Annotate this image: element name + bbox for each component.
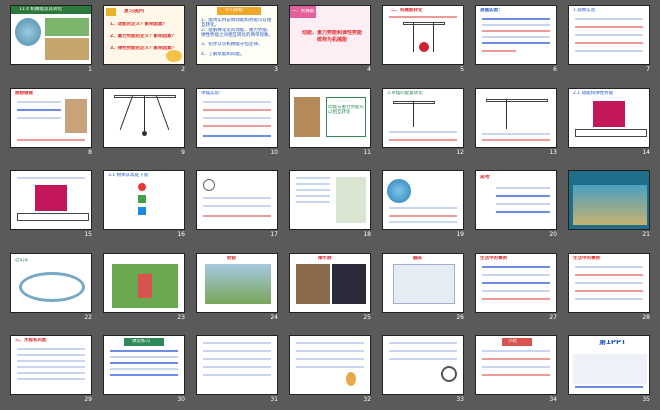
slide-thumbnail[interactable]: 二、机械能转化: [382, 5, 464, 65]
slide-title: 想想做做: [15, 91, 33, 96]
slide-sorter: 11.4 机械能及其转化 1 复习提问 1、动能的定义？影响因素？ 2、重力势能…: [0, 0, 660, 410]
slide-title: 1.观察实验: [573, 8, 596, 13]
slide-thumbnail[interactable]: 射箭: [196, 253, 278, 313]
slide-number: 8: [88, 149, 92, 156]
slide-number: 18: [363, 231, 371, 238]
slide-thumbnail[interactable]: [103, 253, 185, 313]
slide-number: 12: [456, 149, 464, 156]
slide-thumbnail[interactable]: 生活中的事例: [475, 253, 557, 313]
slide-number: 29: [84, 396, 92, 403]
slide-number: 2: [181, 66, 185, 73]
slide-thumbnail[interactable]: 复习提问 1、动能的定义？影响因素？ 2、重力势能的定义？影响因素？ 3、弹性势…: [103, 5, 185, 65]
slide-number: 15: [84, 231, 92, 238]
slide-thumbnail[interactable]: 滚摆实验：: [475, 5, 557, 65]
slide-thumbnail[interactable]: [289, 335, 371, 395]
slide-number: 6: [553, 66, 557, 73]
slide-number: 21: [642, 231, 650, 238]
slide-thumbnail[interactable]: 动能与重力势能可以相互转化: [289, 88, 371, 148]
slide-number: 9: [181, 149, 185, 156]
slide-thumbnail[interactable]: 想想做做: [10, 88, 92, 148]
slide-thumbnail[interactable]: [10, 170, 92, 230]
slide-thumbnail[interactable]: 一、机械能 动能、重力势能和弹性势能统称为机械能: [289, 5, 371, 65]
slide-number: 28: [642, 314, 650, 321]
slide-number: 16: [177, 231, 185, 238]
slide-thumbnail[interactable]: 单摆实验：: [196, 88, 278, 148]
slide-number: 10: [270, 149, 278, 156]
slide-number: 30: [177, 396, 185, 403]
slide-title: 滚摆实验：: [480, 8, 503, 13]
slide-thumbnail[interactable]: [196, 170, 278, 230]
slide-thumbnail[interactable]: 第1PPT: [568, 335, 650, 395]
slide-thumbnail[interactable]: [196, 335, 278, 395]
slide-number: 33: [456, 396, 464, 403]
slide-number: 13: [549, 149, 557, 156]
slide-thumbnail[interactable]: [103, 88, 185, 148]
slide-title: 三、水能和风能: [15, 338, 47, 343]
slide-title: 二、机械能转化: [391, 8, 423, 13]
slide-thumbnail[interactable]: [382, 170, 464, 230]
slide-number: 3: [274, 66, 278, 73]
slide-number: 11: [363, 149, 371, 156]
slide-number: 17: [270, 231, 278, 238]
slide-title: 学习目标: [225, 8, 243, 13]
slide-number: 35: [642, 396, 650, 403]
slide-title: 思考: [480, 175, 491, 180]
slide-number: 4: [367, 66, 371, 73]
slide-thumbnail[interactable]: 小结: [475, 335, 557, 395]
slide-thumbnail[interactable]: [568, 170, 650, 230]
slide-title: 过山车: [15, 258, 29, 263]
slide-number: 34: [549, 396, 557, 403]
slide-title: 3.1 物体从高处下落: [108, 173, 149, 178]
slide-number: 5: [460, 66, 464, 73]
slide-thumbnail[interactable]: 3.单摆的能量转化: [382, 88, 464, 148]
slide-number: 23: [177, 314, 185, 321]
slide-number: 7: [646, 66, 650, 73]
slide-thumbnail[interactable]: 生活中的事例: [568, 253, 650, 313]
slide-thumbnail[interactable]: 1.观察实验: [568, 5, 650, 65]
slide-number: 24: [270, 314, 278, 321]
slide-title: 一、机械能: [292, 9, 315, 14]
slide-title: 动能与重力势能可以相互转化: [328, 105, 364, 115]
slide-number: 27: [549, 314, 557, 321]
slide-title: 蹦床: [413, 256, 422, 261]
slide-title: 生活中的事例: [573, 256, 600, 261]
slide-thumbnail[interactable]: 11.4 机械能及其转化: [10, 5, 92, 65]
slide-thumbnail[interactable]: 2.1 动能和弹性势能: [568, 88, 650, 148]
slide-thumbnail[interactable]: 课堂练习: [103, 335, 185, 395]
slide-number: 32: [363, 396, 371, 403]
slide-thumbnail[interactable]: 学习目标 1、能用实例说明动能和势能可以相互转化。 2、能解释常见的动能、重力势…: [196, 5, 278, 65]
slide-thumbnail[interactable]: 三、水能和风能: [10, 335, 92, 395]
slide-thumbnail[interactable]: 撑竿跳: [289, 253, 371, 313]
slide-title: 小结: [508, 339, 517, 344]
slide-number: 25: [363, 314, 371, 321]
slide-title: 3.单摆的能量转化: [387, 91, 423, 96]
slide-number: 1: [88, 66, 92, 73]
slide-thumbnail[interactable]: 过山车: [10, 253, 92, 313]
slide-thumbnail[interactable]: 3.1 物体从高处下落: [103, 170, 185, 230]
slide-title: 射箭: [227, 256, 236, 261]
slide-thumbnail[interactable]: [382, 335, 464, 395]
slide-number: 26: [456, 314, 464, 321]
slide-title: 课堂练习: [132, 339, 150, 344]
slide-thumbnail[interactable]: 思考: [475, 170, 557, 230]
slide-number: 19: [456, 231, 464, 238]
slide-title: 第1PPT: [599, 340, 626, 345]
slide-number: 31: [270, 396, 278, 403]
slide-title: 11.4 机械能及其转化: [19, 7, 62, 12]
slide-number: 22: [84, 314, 92, 321]
slide-thumbnail[interactable]: 蹦床: [382, 253, 464, 313]
slide-number: 20: [549, 231, 557, 238]
slide-thumbnail[interactable]: [289, 170, 371, 230]
slide-title: 生活中的事例: [480, 256, 507, 261]
slide-title: 撑竿跳: [318, 256, 332, 261]
slide-thumbnail[interactable]: [475, 88, 557, 148]
slide-title: 2.1 动能和弹性势能: [573, 91, 614, 96]
slide-title: 单摆实验：: [201, 91, 224, 96]
slide-title: 复习提问: [124, 9, 145, 14]
slide-number: 14: [642, 149, 650, 156]
